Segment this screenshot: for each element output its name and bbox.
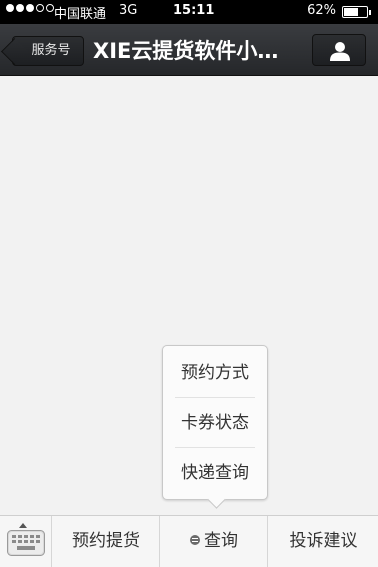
submenu-popup: 预约方式 卡券状态 快递查询 <box>162 345 268 500</box>
carrier-name: 中国联通 <box>54 7 107 22</box>
menu-tab-label: 预约提货 <box>72 531 140 551</box>
battery-percent: 62% <box>307 3 336 18</box>
submenu-item-express-query[interactable]: 快递查询 <box>163 448 267 498</box>
keyboard-toggle-button[interactable] <box>0 516 52 567</box>
nav-bar: 服务号 XIE云提货软件小… <box>0 24 378 76</box>
battery-icon <box>342 6 371 18</box>
submenu-item-coupon-status[interactable]: 卡券状态 <box>163 398 267 448</box>
status-bar: 中国联通 3G 15:11 62% <box>0 0 378 24</box>
profile-button[interactable] <box>312 34 366 66</box>
keyboard-icon <box>7 530 45 556</box>
bottom-menu-bar: 预约提货 查询 投诉建议 <box>0 515 378 567</box>
network-type: 3G <box>119 3 138 18</box>
clock: 15:11 <box>173 3 215 18</box>
person-icon <box>330 42 350 61</box>
back-button[interactable]: 服务号 <box>12 36 84 66</box>
menu-tab-label: 投诉建议 <box>289 531 358 551</box>
signal-strength-icon <box>6 4 54 12</box>
back-button-label: 服务号 <box>31 43 71 58</box>
submenu-item-booking-method[interactable]: 预约方式 <box>163 348 267 398</box>
menu-list-icon <box>190 535 200 545</box>
menu-tab-book-pickup[interactable]: 预约提货 <box>53 516 160 567</box>
menu-tab-query[interactable]: 查询 <box>161 516 268 567</box>
menu-tab-complaints[interactable]: 投诉建议 <box>269 516 378 567</box>
menu-tab-label: 查询 <box>204 531 238 551</box>
caret-up-icon <box>19 523 27 528</box>
page-title: XIE云提货软件小… <box>93 39 279 63</box>
